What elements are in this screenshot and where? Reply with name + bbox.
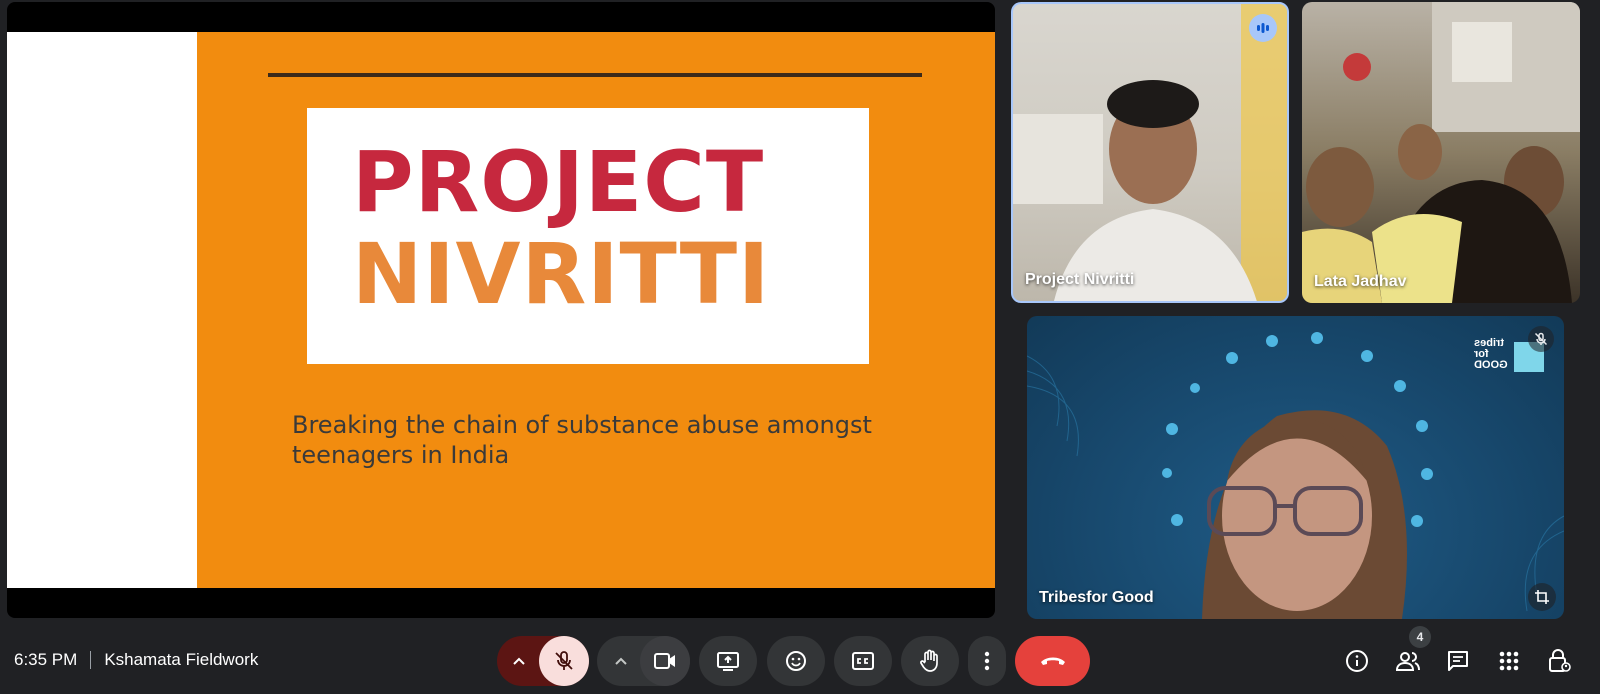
raise-hand-icon: [920, 649, 938, 672]
slide-title-line2: NIVRITTI: [352, 225, 771, 323]
slide-divider: [268, 73, 922, 77]
hang-up-icon: [1040, 657, 1065, 665]
emoji-icon: [786, 651, 806, 671]
captions-button[interactable]: [834, 636, 892, 686]
more-options-button[interactable]: [968, 636, 1006, 686]
people-button[interactable]: [1393, 646, 1423, 676]
slide: PROJECT NIVRITTI Breaking the chain of s…: [7, 32, 995, 588]
bottom-control-bar: 6:35 PM Kshamata Fieldwork 4: [0, 626, 1600, 694]
present-screen-icon: [717, 652, 739, 671]
mic-off-icon: [1528, 326, 1554, 352]
camera-control: [597, 636, 690, 686]
participant-tile-project-nivritti[interactable]: Project Nivritti: [1011, 2, 1289, 303]
participant-name: Tribesfor Good: [1039, 589, 1154, 606]
more-vert-icon: [984, 651, 990, 671]
meeting-details-button[interactable]: [1342, 646, 1372, 676]
chevron-up-icon[interactable]: [611, 651, 631, 671]
participant-tile-lata-jadhav[interactable]: Lata Jadhav: [1302, 2, 1580, 303]
chat-icon: [1448, 651, 1468, 671]
speaking-indicator-icon: [1249, 14, 1277, 42]
people-count-badge: 4: [1409, 626, 1431, 648]
leave-call-button[interactable]: [1015, 636, 1090, 686]
presentation-tile[interactable]: PROJECT NIVRITTI Breaking the chain of s…: [7, 2, 995, 618]
raise-hand-button[interactable]: [901, 636, 959, 686]
participant-video: [1302, 2, 1580, 303]
reactions-button[interactable]: [767, 636, 825, 686]
present-screen-button[interactable]: [699, 636, 757, 686]
meeting-info: 6:35 PM Kshamata Fieldwork: [14, 650, 258, 670]
people-icon: [1395, 652, 1420, 671]
info-icon: [1346, 650, 1368, 672]
camera-toggle-button[interactable]: [640, 636, 690, 686]
slide-left-panel: [7, 32, 197, 588]
logo-text: tribes for GOOD: [1474, 337, 1508, 371]
participant-tile-tribesfor-good[interactable]: tribes for GOOD Tribesfor Good: [1027, 316, 1564, 619]
microphone-control: [497, 636, 589, 686]
slide-title-line1: PROJECT: [352, 133, 765, 231]
video-camera-icon: [654, 653, 675, 669]
mic-off-icon: [555, 651, 573, 670]
slide-title-box: PROJECT NIVRITTI: [307, 108, 869, 364]
participant-name: Project Nivritti: [1025, 271, 1135, 288]
activities-button[interactable]: [1494, 646, 1524, 676]
lock-person-icon: [1549, 649, 1571, 672]
closed-captions-icon: [852, 652, 874, 670]
chevron-up-icon[interactable]: [509, 651, 529, 671]
crop-icon[interactable]: [1528, 583, 1556, 611]
meeting-name: Kshamata Fieldwork: [104, 650, 259, 669]
host-controls-button[interactable]: [1544, 646, 1574, 676]
current-time: 6:35 PM: [14, 650, 78, 669]
chat-button[interactable]: [1443, 646, 1473, 676]
apps-grid-icon: [1499, 651, 1519, 671]
separator: [90, 651, 92, 669]
participant-video: [1013, 4, 1287, 301]
slide-subtitle: Breaking the chain of substance abuse am…: [292, 411, 872, 469]
microphone-toggle-button[interactable]: [539, 636, 589, 686]
participant-name: Lata Jadhav: [1314, 273, 1407, 290]
